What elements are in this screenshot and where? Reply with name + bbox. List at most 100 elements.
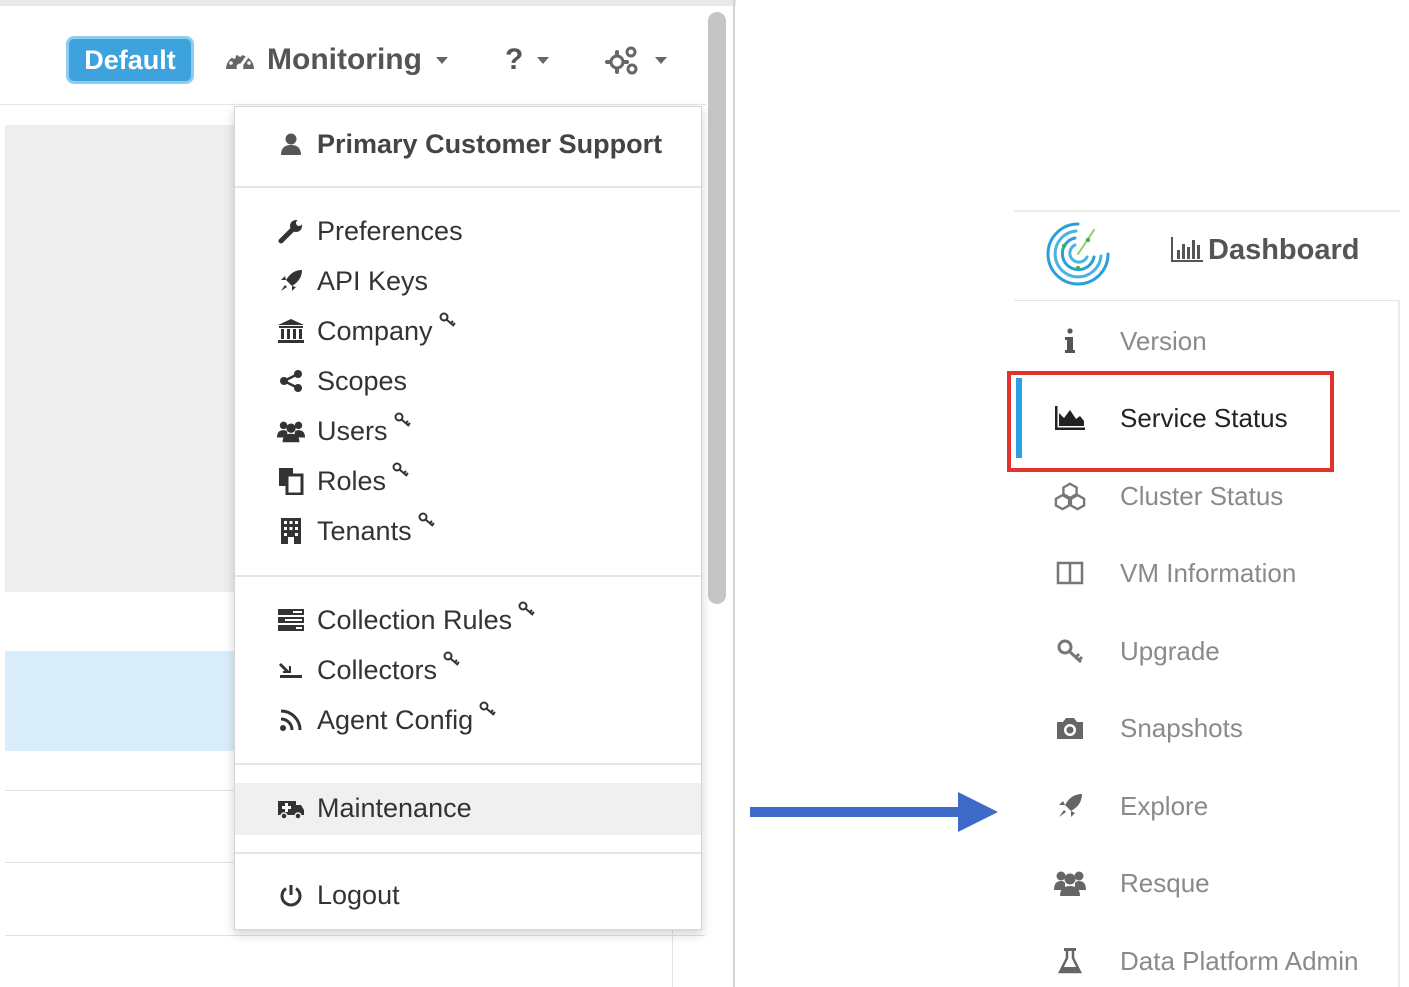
- wrench-icon: [277, 217, 305, 245]
- key-icon: [443, 651, 460, 666]
- highlight-box: [1007, 371, 1334, 472]
- menu-item-label: Users: [317, 415, 388, 446]
- arrow-right-icon: [750, 792, 998, 832]
- key-icon: [418, 512, 435, 527]
- sidebar-item-snapshots[interactable]: Snapshots: [1054, 706, 1243, 750]
- rocket-icon: [1054, 790, 1086, 822]
- camera-icon: [1054, 712, 1086, 744]
- feed-icon: [277, 706, 305, 734]
- menu-item-label: API Keys: [317, 265, 429, 296]
- menu-item-label: Company: [317, 315, 433, 346]
- menu-item-label: Collection Rules: [317, 604, 513, 635]
- user-icon: [277, 130, 305, 158]
- menu-item-maintenance[interactable]: Maintenance: [277, 788, 472, 828]
- content-panel: [5, 125, 235, 592]
- admin-sidebar: Dashboard Version Service Status Cluster…: [1007, 210, 1400, 987]
- row-divider: [5, 935, 705, 936]
- menu-item-label: Tenants: [317, 515, 412, 546]
- sidebar-item-cluster-status[interactable]: Cluster Status: [1054, 474, 1283, 518]
- chevron-down-icon: [435, 56, 448, 64]
- menu-item-company[interactable]: Company: [277, 311, 457, 351]
- sidebar-item-label: Resque: [1120, 867, 1210, 898]
- dashboard-link[interactable]: Dashboard: [1170, 228, 1359, 272]
- key-icon: [394, 412, 411, 427]
- key-icon: [439, 312, 456, 327]
- menu-divider: [235, 575, 701, 577]
- columns-icon: [1054, 557, 1086, 589]
- tenant-badge[interactable]: Default: [66, 36, 194, 84]
- share-icon: [277, 367, 305, 395]
- sidebar-item-upgrade[interactable]: Upgrade: [1054, 629, 1220, 673]
- bar-chart-icon: [1171, 237, 1203, 262]
- scrollbar-thumb[interactable]: [708, 12, 726, 604]
- menu-divider: [235, 763, 701, 765]
- sidebar-right-border: [1398, 300, 1400, 987]
- users-icon: [1054, 867, 1086, 899]
- copy-icon: [277, 467, 305, 495]
- sidebar-item-version[interactable]: Version: [1054, 319, 1207, 363]
- menu-item-roles[interactable]: Roles: [277, 461, 410, 501]
- sidebar-item-label: Snapshots: [1120, 712, 1243, 743]
- menu-item-label: Preferences: [317, 215, 463, 246]
- sidebar-top-border: [1014, 210, 1400, 212]
- sidebar-header-divider: [1014, 300, 1400, 301]
- column-divider: [672, 930, 673, 987]
- tasks-icon: [277, 606, 305, 634]
- window-edge: [733, 0, 735, 987]
- menu-item-label: Logout: [317, 879, 400, 910]
- info-icon: [1054, 325, 1086, 357]
- sidebar-item-label: Version: [1120, 325, 1207, 356]
- app-logo-icon: [1046, 222, 1110, 286]
- dashboard-icon: [226, 53, 254, 71]
- cloud-download-icon: [277, 656, 305, 684]
- key-icon: [479, 701, 496, 716]
- user-dropdown-menu: Primary Customer Support Preferences API…: [234, 106, 702, 930]
- menu-item-tenants[interactable]: Tenants: [277, 511, 436, 551]
- row-divider: [5, 862, 235, 863]
- cubes-icon: [1054, 480, 1086, 512]
- menu-item-label: Collectors: [317, 654, 438, 685]
- app-window: Default Monitoring ? Primary Customer Su…: [0, 0, 736, 987]
- menu-divider: [235, 852, 701, 854]
- top-navbar: Default Monitoring ?: [0, 6, 706, 105]
- building-icon: [277, 517, 305, 545]
- chevron-down-icon: [537, 56, 550, 64]
- selected-row: [5, 651, 235, 751]
- users-icon: [277, 417, 305, 445]
- sidebar-item-data-platform-admin[interactable]: Data Platform Admin: [1054, 939, 1358, 983]
- sidebar-item-label: VM Information: [1120, 557, 1297, 588]
- power-off-icon: [277, 881, 305, 909]
- menu-item-api-keys[interactable]: API Keys: [277, 261, 428, 301]
- gears-icon: [605, 46, 638, 75]
- sidebar-item-explore[interactable]: Explore: [1054, 784, 1208, 828]
- sidebar-item-label: Data Platform Admin: [1120, 945, 1359, 976]
- chevron-down-icon: [655, 56, 667, 64]
- menu-item-logout[interactable]: Logout: [277, 875, 400, 915]
- rocket-icon: [277, 267, 305, 295]
- menu-item-agent-config[interactable]: Agent Config: [277, 700, 497, 740]
- menu-item-preferences[interactable]: Preferences: [277, 211, 463, 251]
- menu-item-users[interactable]: Users: [277, 411, 412, 451]
- menu-divider: [235, 186, 701, 188]
- monitoring-label: Monitoring: [267, 43, 422, 76]
- dashboard-title: Dashboard: [1208, 233, 1360, 266]
- ambulance-icon: [277, 794, 305, 822]
- sidebar-item-vm-information[interactable]: VM Information: [1054, 551, 1296, 595]
- row-divider: [5, 790, 235, 791]
- help-menu[interactable]: ?: [505, 36, 550, 84]
- sidebar-item-resque[interactable]: Resque: [1054, 861, 1210, 905]
- menu-item-collection-rules[interactable]: Collection Rules: [277, 600, 536, 640]
- monitoring-menu[interactable]: Monitoring: [223, 36, 448, 84]
- key-icon: [1054, 635, 1086, 667]
- menu-item-label: Agent Config: [317, 704, 474, 735]
- menu-item-collectors[interactable]: Collectors: [277, 650, 461, 690]
- menu-item-label: Scopes: [317, 365, 408, 396]
- menu-item-label: Roles: [317, 465, 387, 496]
- settings-menu[interactable]: [605, 36, 667, 84]
- menu-header-user: Primary Customer Support: [277, 124, 662, 164]
- menu-item-label: Maintenance: [317, 792, 472, 823]
- sidebar-item-label: Cluster Status: [1120, 480, 1284, 511]
- key-icon: [392, 462, 409, 477]
- sidebar-item-label: Explore: [1120, 790, 1209, 821]
- menu-item-scopes[interactable]: Scopes: [277, 361, 407, 401]
